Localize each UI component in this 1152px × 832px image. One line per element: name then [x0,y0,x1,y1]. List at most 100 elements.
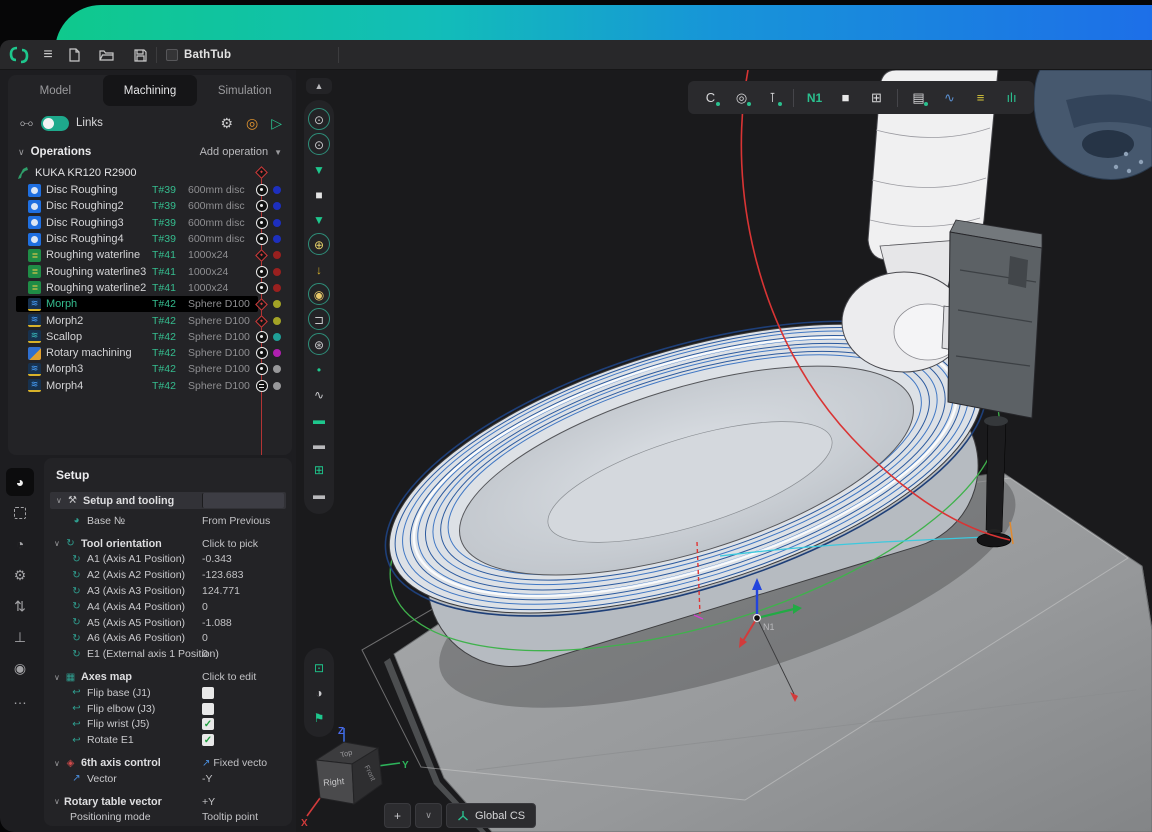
setup-row-flip-elbow-j3-[interactable]: ↩Flip elbow (J3) [44,701,292,717]
operation-row[interactable]: ≣Roughing waterline2T#411000x24 [16,280,258,296]
spindle-body-icon[interactable]: ⊙ [304,132,334,157]
scene-canvas[interactable]: N1 [296,70,1152,832]
more-tools-icon[interactable]: … [6,685,34,713]
add-cs-button[interactable]: + [384,803,411,828]
tool-library-icon[interactable]: ◔ [6,530,34,558]
frames-n1-icon[interactable]: N1 [800,85,829,111]
spindle-head-icon[interactable]: ⊙ [304,107,334,132]
setup-row-base-[interactable]: ◕Base №From Previous [44,513,292,529]
checkbox-unchecked[interactable] [202,703,214,715]
checkbox-checked[interactable]: ✓ [202,718,214,730]
fit-view-icon[interactable]: ⊡ [304,655,334,680]
checkbox-checked[interactable]: ✓ [202,734,214,746]
drill-tool-icon[interactable]: ⊥ [6,623,34,651]
cs-dropdown-button[interactable]: ∨ [415,803,442,828]
setup-row-a3-axis-a3-position-[interactable]: ↻A3 (Axis A3 Position)124.771 [44,583,292,599]
setup-row-setup-and-tooling[interactable]: ∨⚒Setup and tooling [50,492,286,509]
document-checkbox-icon[interactable] [166,49,178,61]
setup-tab-icon[interactable]: ◕ [6,468,34,496]
setup-row-a1-axis-a1-position-[interactable]: ↻A1 (Axis A1 Position)-0.343 [44,552,292,568]
tool-green-icon[interactable]: ▼ [304,207,334,232]
operation-row[interactable]: ≋ScallopT#42Sphere D100 [16,329,258,345]
tab-model[interactable]: Model [8,75,103,106]
global-cs-button[interactable]: Global CS [446,803,536,828]
chevron-down-icon[interactable]: ∨ [54,673,64,682]
operation-row[interactable]: ≣Roughing waterlineT#411000x24 [16,247,258,263]
setup-row-rotary-table-vector[interactable]: ∨Rotary table vector+Y [44,794,292,810]
caliper-icon[interactable]: ⊺ [758,85,787,111]
layers-icon[interactable]: ≡ [966,85,995,111]
operation-row[interactable]: ≋Morph4T#42Sphere D100 [16,378,258,394]
chevron-down-icon[interactable]: ∨ [56,496,66,505]
operation-row[interactable]: Disc Roughing3T#39600mm disc [16,215,258,231]
arc-fit-icon[interactable]: C [696,85,725,111]
operation-row[interactable]: ≋MorphT#42Sphere D100 [16,296,258,312]
operation-row[interactable]: ≣Roughing waterline3T#411000x24 [16,263,258,279]
hamburger-menu-icon[interactable]: ≡ [36,40,60,70]
app-logo[interactable] [8,45,30,65]
stock-icon[interactable]: ■ [831,85,860,111]
tab-machining[interactable]: Machining [103,75,198,106]
chevron-down-icon[interactable]: ∨ [18,147,25,158]
tool-tip-icon[interactable]: ⊕ [304,232,334,257]
holder-icon[interactable]: ◉ [304,282,334,307]
operation-row[interactable]: Disc Roughing2T#39600mm disc [16,198,258,214]
tool-small-icon[interactable]: ▼ [304,157,334,182]
shading-icon[interactable]: ◑ [304,680,334,705]
surface-point-icon[interactable]: ▬ [304,482,334,507]
stock-box-icon[interactable]: ■ [304,182,334,207]
setup-row-rotate-e1[interactable]: ↩Rotate E1✓ [44,732,292,748]
new-file-icon[interactable] [62,40,86,70]
setup-row-flip-wrist-j5-[interactable]: ↩Flip wrist (J5)✓ [44,717,292,733]
tab-simulation[interactable]: Simulation [197,75,292,106]
setup-row-a6-axis-a6-position-[interactable]: ↻A6 (Axis A6 Position)0 [44,631,292,647]
setup-row-a5-axis-a5-position-[interactable]: ↻A5 (Axis A5 Position)-1.088 [44,615,292,631]
save-icon[interactable] [128,40,152,70]
machine-panel-icon[interactable]: ▤ [904,85,933,111]
rotary-tool-icon[interactable]: ◉ [6,654,34,682]
tool-yellow-icon[interactable]: ↓ [304,257,334,282]
robot-node[interactable]: KUKA KR120 R2900 [16,164,258,182]
bracket-icon[interactable]: ⊐ [304,307,334,332]
chevron-down-icon[interactable]: ∨ [54,539,64,548]
setup-row-vector[interactable]: ↗Vector-Y [44,771,292,787]
operation-row[interactable]: ≋Morph2T#42Sphere D100 [16,312,258,328]
parameters-icon[interactable]: ⇅ [6,592,34,620]
stats-icon[interactable]: ılı [997,85,1026,111]
collapse-toolbar-button[interactable]: ▲ [306,78,332,94]
operation-row[interactable]: Disc RoughingT#39600mm disc [16,182,258,198]
point-icon[interactable]: • [304,357,334,382]
surface-green-icon[interactable]: ▬ [304,407,334,432]
setup-row-positioning-mode[interactable]: Positioning modeTooltip point [44,810,292,826]
setup-row-a4-axis-a4-position-[interactable]: ↻A4 (Axis A4 Position)0 [44,599,292,615]
workpiece-tab-icon[interactable] [6,499,34,527]
setup-row-a2-axis-a2-position-[interactable]: ↻A2 (Axis A2 Position)-123.683 [44,567,292,583]
tool-pair-icon[interactable]: ⊞ [862,85,891,111]
operation-row[interactable]: Rotary machiningT#42Sphere D100 [16,345,258,361]
setup-row-6th-axis-control[interactable]: ∨◈6th axis control↗Fixed vecto [44,755,292,771]
setup-row-axes-map[interactable]: ∨▦Axes mapClick to edit [44,669,292,685]
operation-row[interactable]: Disc Roughing4T#39600mm disc [16,231,258,247]
run-play-icon[interactable]: ▷ [271,115,282,132]
mesh-icon[interactable]: ⊛ [304,332,334,357]
simulate-icon[interactable]: ◎ [246,115,258,132]
graph-icon[interactable]: ∿ [935,85,964,111]
settings-gear-icon[interactable]: ⚙ [220,115,233,132]
viewport-3d[interactable]: N1 ▲ ⊙⊙▼■▼⊕↓◉⊐⊛•∿▬▬⊞▬ ⊡◑⚑ C◎⊺N1■⊞▤∿≡ılı … [296,70,1152,832]
operation-row[interactable]: ≋Morph3T#42Sphere D100 [16,361,258,377]
setup-row-tool-orientation[interactable]: ∨↻Tool orientationClick to pick [44,536,292,552]
surface-gray-icon[interactable]: ▬ [304,432,334,457]
mesh-surface-icon[interactable]: ⊞ [304,457,334,482]
setup-row-flip-base-j1-[interactable]: ↩Flip base (J1) [44,685,292,701]
setup-row-e1-external-axis-1-position-[interactable]: ↻E1 (External axis 1 Position)0 [44,646,292,662]
measure-icon[interactable]: ◎ [727,85,756,111]
setup-tooling-field[interactable] [202,493,284,508]
chevron-down-icon[interactable]: ∨ [54,797,64,806]
add-operation-button[interactable]: Add operation▼ [200,146,282,158]
open-file-icon[interactable] [94,40,118,70]
chevron-down-icon[interactable]: ∨ [54,759,64,768]
links-toggle[interactable] [41,116,69,131]
checkbox-unchecked[interactable] [202,687,214,699]
machine-settings-icon[interactable]: ⚙ [6,561,34,589]
curve-icon[interactable]: ∿ [304,382,334,407]
